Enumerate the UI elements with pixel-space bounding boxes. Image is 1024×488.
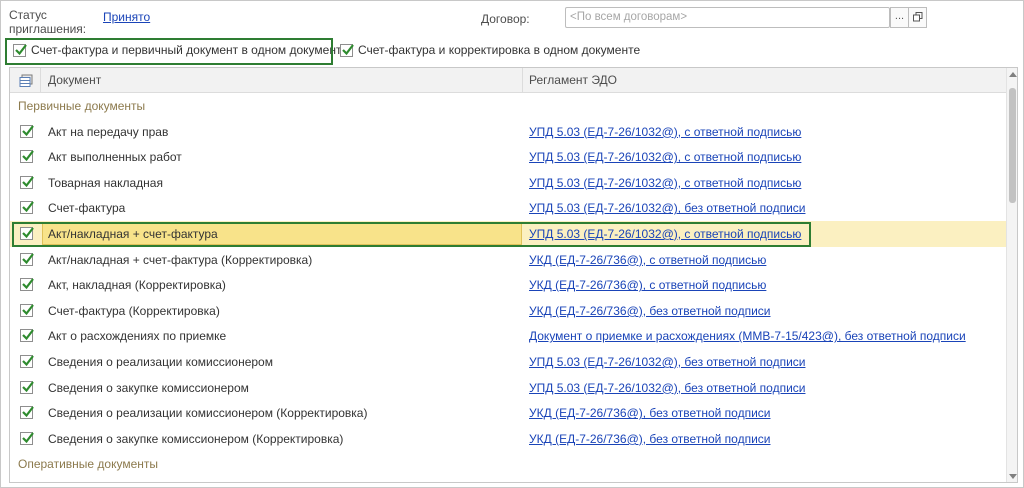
group-row[interactable]: Оперативные документы [10, 451, 1006, 477]
document-name: Сведения о реализации комиссионером (Кор… [48, 406, 368, 421]
regulation-link[interactable]: УПД 5.03 (ЕД-7-26/1032@), без ответной п… [529, 355, 805, 369]
invoice-correction-option[interactable]: Счет-фактура и корректировка в одном док… [340, 41, 640, 59]
contract-field[interactable]: <По всем договорам> [565, 7, 890, 28]
document-name: Акт, накладная (Корректировка) [48, 278, 226, 293]
table-row[interactable]: Сведения о закупке комиссионером УПД 5.03… [10, 375, 1006, 401]
checkmark-icon [22, 329, 34, 341]
table-row[interactable]: Акт/накладная + счет-фактура (Корректиро… [10, 247, 1006, 273]
contract-open-button[interactable] [908, 7, 927, 28]
checkmark-icon [342, 43, 354, 55]
table-row[interactable]: Акт о расхождениях по приемке Документ о … [10, 323, 1006, 349]
column-header-document[interactable]: Документ [48, 68, 101, 93]
table-row[interactable]: Счет-фактура УПД 5.03 (ЕД-7-26/1032@), бе… [10, 195, 1006, 221]
table-row[interactable]: Сведения о реализации комиссионером (Кор… [10, 400, 1006, 426]
document-name: Акт выполненных работ [48, 150, 182, 165]
checkmark-icon [22, 150, 34, 162]
table-header: Документ Регламент ЭДО [10, 68, 1006, 93]
column-header-regulation[interactable]: Регламент ЭДО [529, 68, 617, 93]
regulation-link[interactable]: УКД (ЕД-7-26/736@), с ответной подписью [529, 278, 766, 292]
scroll-down-icon[interactable] [1009, 474, 1017, 479]
checkmark-icon [22, 252, 34, 264]
documents-table: Документ Регламент ЭДО Первичные докумен… [9, 67, 1018, 483]
checkmark-icon [22, 406, 34, 418]
checkmark-icon [22, 304, 34, 315]
settings-window: Статус приглашения: Принято Договор: <По… [0, 0, 1024, 488]
group-row[interactable]: Первичные документы [10, 93, 1006, 119]
invoice-correction-checkbox[interactable] [340, 43, 354, 57]
row-checkbox[interactable] [20, 175, 34, 189]
scrollbar-thumb[interactable] [1009, 88, 1016, 203]
regulation-link[interactable]: УКД (ЕД-7-26/736@), с ответной подписью [529, 253, 766, 267]
regulation-link[interactable]: УПД 5.03 (ЕД-7-26/1032@), без ответной п… [529, 201, 805, 215]
contract-select-button[interactable]: ... [890, 7, 909, 28]
row-checkbox[interactable] [20, 278, 34, 292]
table-body: Первичные документы Акт на передачу прав У… [10, 93, 1006, 482]
regulation-link[interactable]: Документ о приемке и расхождениях (ММВ-7… [529, 329, 966, 343]
row-checkbox[interactable] [20, 124, 34, 138]
checkmark-icon [22, 380, 34, 392]
row-checkbox[interactable] [20, 406, 34, 420]
document-name: Товарная накладная [48, 175, 163, 190]
document-name: Сведения о закупке комиссионером (Коррек… [48, 431, 344, 446]
table-settings-button[interactable] [19, 68, 33, 93]
column-separator [522, 68, 523, 93]
regulation-link[interactable]: УКД (ЕД-7-26/736@), без ответной подписи [529, 406, 770, 420]
table-row[interactable]: Товарная накладная УПД 5.03 (ЕД-7-26/1032… [10, 170, 1006, 196]
document-name: Акт/накладная + счет-фактура (Корректиро… [48, 252, 313, 267]
regulation-link[interactable]: УПД 5.03 (ЕД-7-26/1032@), с ответной под… [529, 125, 801, 139]
row-checkbox[interactable] [20, 380, 34, 394]
document-name: Счет-фактура (Корректировка) [48, 303, 220, 318]
table-row[interactable]: Акт, накладная (Корректировка) УКД (ЕД-7-… [10, 272, 1006, 298]
group-title: Оперативные документы [18, 457, 159, 472]
document-name: Акт на передачу прав [48, 124, 169, 139]
row-checkbox[interactable] [20, 355, 34, 368]
table-row[interactable]: Счет-фактура (Корректировка) УКД (ЕД-7-26… [10, 298, 1006, 324]
status-label: Статус приглашения: [9, 8, 87, 36]
table-row[interactable]: Акт выполненных работ УПД 5.03 (ЕД-7-26/1… [10, 144, 1006, 170]
regulation-link[interactable]: УПД 5.03 (ЕД-7-26/1032@), без ответной п… [529, 381, 805, 395]
open-form-icon [913, 12, 923, 22]
row-checkbox[interactable] [20, 201, 34, 215]
scroll-up-icon[interactable] [1009, 72, 1017, 77]
regulation-link[interactable]: УКД (ЕД-7-26/736@), без ответной подписи [529, 304, 770, 318]
column-separator [40, 68, 41, 93]
contract-label: Договор: [481, 12, 530, 26]
checkmark-icon [22, 201, 34, 213]
group-title: Первичные документы [18, 99, 146, 113]
table-row[interactable]: Сведения о реализации комиссионером УПД 5… [10, 349, 1006, 375]
regulation-link[interactable]: УПД 5.03 (ЕД-7-26/1032@), с ответной под… [529, 176, 801, 190]
status-link[interactable]: Принято [103, 10, 150, 24]
regulation-link[interactable]: УПД 5.03 (ЕД-7-26/1032@), с ответной под… [529, 150, 801, 164]
checkmark-icon [22, 278, 34, 290]
vertical-scrollbar[interactable] [1006, 68, 1017, 482]
checkmark-icon [22, 432, 34, 443]
document-name: Счет-фактура [48, 201, 126, 216]
table-row[interactable]: Сведения о закупке комиссионером (Коррек… [10, 426, 1006, 452]
row-checkbox[interactable] [20, 252, 34, 266]
row-checkbox[interactable] [20, 150, 34, 164]
document-name: Акт о расхождениях по приемке [48, 329, 227, 344]
checkmark-icon [22, 124, 34, 136]
invoice-correction-label: Счет-фактура и корректировка в одном док… [358, 43, 641, 57]
row-checkbox[interactable] [20, 329, 34, 343]
checkmark-icon [22, 176, 34, 187]
row-checkbox[interactable] [20, 431, 34, 445]
highlight-frame [12, 222, 811, 247]
regulation-link[interactable]: УКД (ЕД-7-26/736@), без ответной подписи [529, 432, 770, 446]
document-name: Сведения о реализации комиссионером [48, 355, 273, 369]
table-row-selected[interactable]: Акт/накладная + счет-фактура УПД 5.03 (ЕД… [10, 221, 1006, 247]
highlight-frame [5, 38, 333, 65]
document-name: Сведения о закупке комиссионером [48, 380, 249, 395]
row-checkbox[interactable] [20, 303, 34, 317]
checkmark-icon [22, 355, 34, 367]
table-settings-icon [19, 74, 33, 87]
table-row[interactable]: Акт на передачу прав УПД 5.03 (ЕД-7-26/10… [10, 119, 1006, 145]
